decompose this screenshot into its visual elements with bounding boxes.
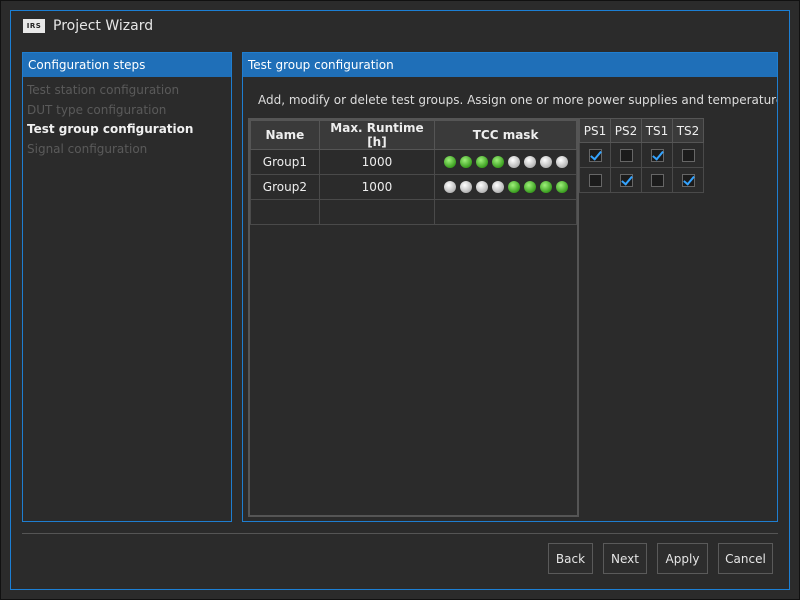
- column-header-ts1: TS1: [641, 118, 673, 143]
- app-logo-icon: IRS: [23, 19, 45, 33]
- group-name-cell[interactable]: Group1: [250, 149, 320, 175]
- table-row[interactable]: Group1 1000: [250, 149, 577, 175]
- group-name-cell[interactable]: Group2: [250, 174, 320, 200]
- tcc-led-strip: [435, 156, 576, 168]
- assign-cell: [641, 167, 673, 193]
- tcc-led-off-icon[interactable]: [507, 156, 520, 168]
- steps-header: Configuration steps: [23, 53, 231, 77]
- assign-cell: [672, 142, 704, 168]
- step-dut-type[interactable]: DUT type configuration: [27, 101, 227, 121]
- back-button[interactable]: Back: [548, 543, 593, 574]
- assignment-grid: PS1 PS2 TS1 TS2: [579, 118, 704, 193]
- config-header: Test group configuration: [243, 53, 777, 77]
- ts1-checkbox[interactable]: [650, 149, 664, 162]
- assignment-row: [579, 167, 704, 193]
- runtime-cell[interactable]: 1000: [318, 174, 436, 200]
- tcc-mask-cell[interactable]: [434, 149, 577, 175]
- assign-cell: [610, 142, 642, 168]
- tcc-led-on-icon[interactable]: [539, 181, 552, 193]
- ps2-checkbox[interactable]: [619, 149, 633, 162]
- window-title: Project Wizard: [53, 18, 154, 34]
- ts1-checkbox[interactable]: [650, 174, 664, 187]
- tcc-led-off-icon[interactable]: [555, 156, 568, 168]
- configuration-steps-panel: Configuration steps Test station configu…: [22, 52, 232, 522]
- tcc-led-off-icon[interactable]: [475, 181, 488, 193]
- tcc-led-strip: [435, 181, 576, 193]
- instructions-text: Add, modify or delete test groups. Assig…: [258, 93, 778, 107]
- column-header-ts2: TS2: [672, 118, 704, 143]
- assignment-row: [579, 142, 704, 168]
- tcc-led-off-icon[interactable]: [539, 156, 552, 168]
- ts2-checkbox[interactable]: [681, 149, 695, 162]
- footer-divider: [22, 533, 778, 534]
- assign-cell: [641, 142, 673, 168]
- new-name-cell[interactable]: [250, 199, 320, 225]
- ps2-checkbox[interactable]: [619, 174, 633, 187]
- assign-cell: [579, 142, 611, 168]
- column-header-ps2: PS2: [610, 118, 642, 143]
- new-tcc-cell[interactable]: [434, 199, 577, 225]
- tcc-led-on-icon[interactable]: [459, 156, 472, 168]
- tcc-mask-cell[interactable]: [434, 174, 577, 200]
- table-row[interactable]: Group2 1000: [250, 174, 577, 200]
- tcc-led-on-icon[interactable]: [523, 181, 536, 193]
- ts2-checkbox[interactable]: [681, 174, 695, 187]
- test-group-config-panel: Test group configuration Add, modify or …: [242, 52, 778, 522]
- title-bar[interactable]: IRS Project Wizard: [11, 11, 789, 41]
- runtime-cell[interactable]: 1000: [318, 149, 436, 175]
- new-row[interactable]: [250, 199, 577, 225]
- column-header-tcc-mask[interactable]: TCC mask: [434, 120, 577, 150]
- tcc-led-off-icon[interactable]: [459, 181, 472, 193]
- tcc-led-off-icon[interactable]: [491, 181, 504, 193]
- new-runtime-cell[interactable]: [318, 199, 436, 225]
- column-header-name[interactable]: Name: [250, 120, 320, 150]
- ps1-checkbox[interactable]: [588, 149, 602, 162]
- step-test-station[interactable]: Test station configuration: [27, 81, 227, 101]
- assign-cell: [610, 167, 642, 193]
- test-group-table: Name Max. Runtime [h] TCC mask Group1 10…: [250, 120, 577, 225]
- apply-button[interactable]: Apply: [657, 543, 708, 574]
- step-signal[interactable]: Signal configuration: [27, 140, 227, 160]
- tcc-led-on-icon[interactable]: [475, 156, 488, 168]
- tcc-led-on-icon[interactable]: [491, 156, 504, 168]
- next-button[interactable]: Next: [603, 543, 647, 574]
- assign-cell: [672, 167, 704, 193]
- step-test-group[interactable]: Test group configuration: [27, 120, 227, 140]
- assignment-table: PS1 PS2 TS1 TS2: [579, 118, 704, 193]
- column-header-runtime[interactable]: Max. Runtime [h]: [318, 120, 436, 150]
- tcc-led-off-icon[interactable]: [443, 181, 456, 193]
- cancel-button[interactable]: Cancel: [718, 543, 773, 574]
- ps1-checkbox[interactable]: [588, 174, 602, 187]
- tcc-led-off-icon[interactable]: [523, 156, 536, 168]
- tcc-led-on-icon[interactable]: [507, 181, 520, 193]
- tcc-led-on-icon[interactable]: [443, 156, 456, 168]
- assign-cell: [579, 167, 611, 193]
- test-group-grid[interactable]: Name Max. Runtime [h] TCC mask Group1 10…: [248, 118, 579, 517]
- column-header-ps1: PS1: [579, 118, 611, 143]
- steps-list: Test station configuration DUT type conf…: [23, 77, 231, 163]
- tcc-led-on-icon[interactable]: [555, 181, 568, 193]
